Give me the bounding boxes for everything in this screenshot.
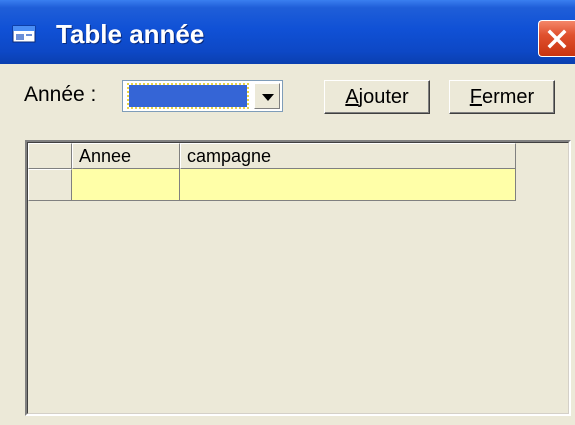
window-title: Table année xyxy=(56,19,205,49)
add-button[interactable]: Ajouter xyxy=(324,80,430,114)
data-grid[interactable]: Annee campagne xyxy=(25,140,571,416)
cell-annee[interactable] xyxy=(72,169,180,201)
grid-corner-header[interactable] xyxy=(28,143,72,169)
dialog-window: Table année Année : Ajouter Fermer Annee… xyxy=(0,0,575,425)
close-label: ermer xyxy=(481,86,535,108)
column-header-campagne[interactable]: campagne xyxy=(180,143,516,169)
year-selected-value[interactable] xyxy=(127,83,249,109)
add-label: jouter xyxy=(358,86,409,108)
cell-campagne[interactable] xyxy=(180,169,516,201)
close-button[interactable]: Fermer xyxy=(449,80,555,114)
year-combobox[interactable] xyxy=(122,80,283,112)
year-label: Année : xyxy=(24,83,97,106)
close-accelerator: F xyxy=(469,86,482,108)
app-window-icon xyxy=(12,24,38,44)
row-header[interactable] xyxy=(28,169,72,201)
grid-area: Annee campagne xyxy=(27,142,569,414)
column-header-annee[interactable]: Annee xyxy=(72,143,180,169)
close-icon xyxy=(547,29,567,49)
chevron-down-icon[interactable] xyxy=(254,83,280,109)
close-window-button[interactable] xyxy=(538,20,575,57)
add-accelerator: A xyxy=(345,86,359,108)
title-bar[interactable]: Table année xyxy=(0,0,575,64)
